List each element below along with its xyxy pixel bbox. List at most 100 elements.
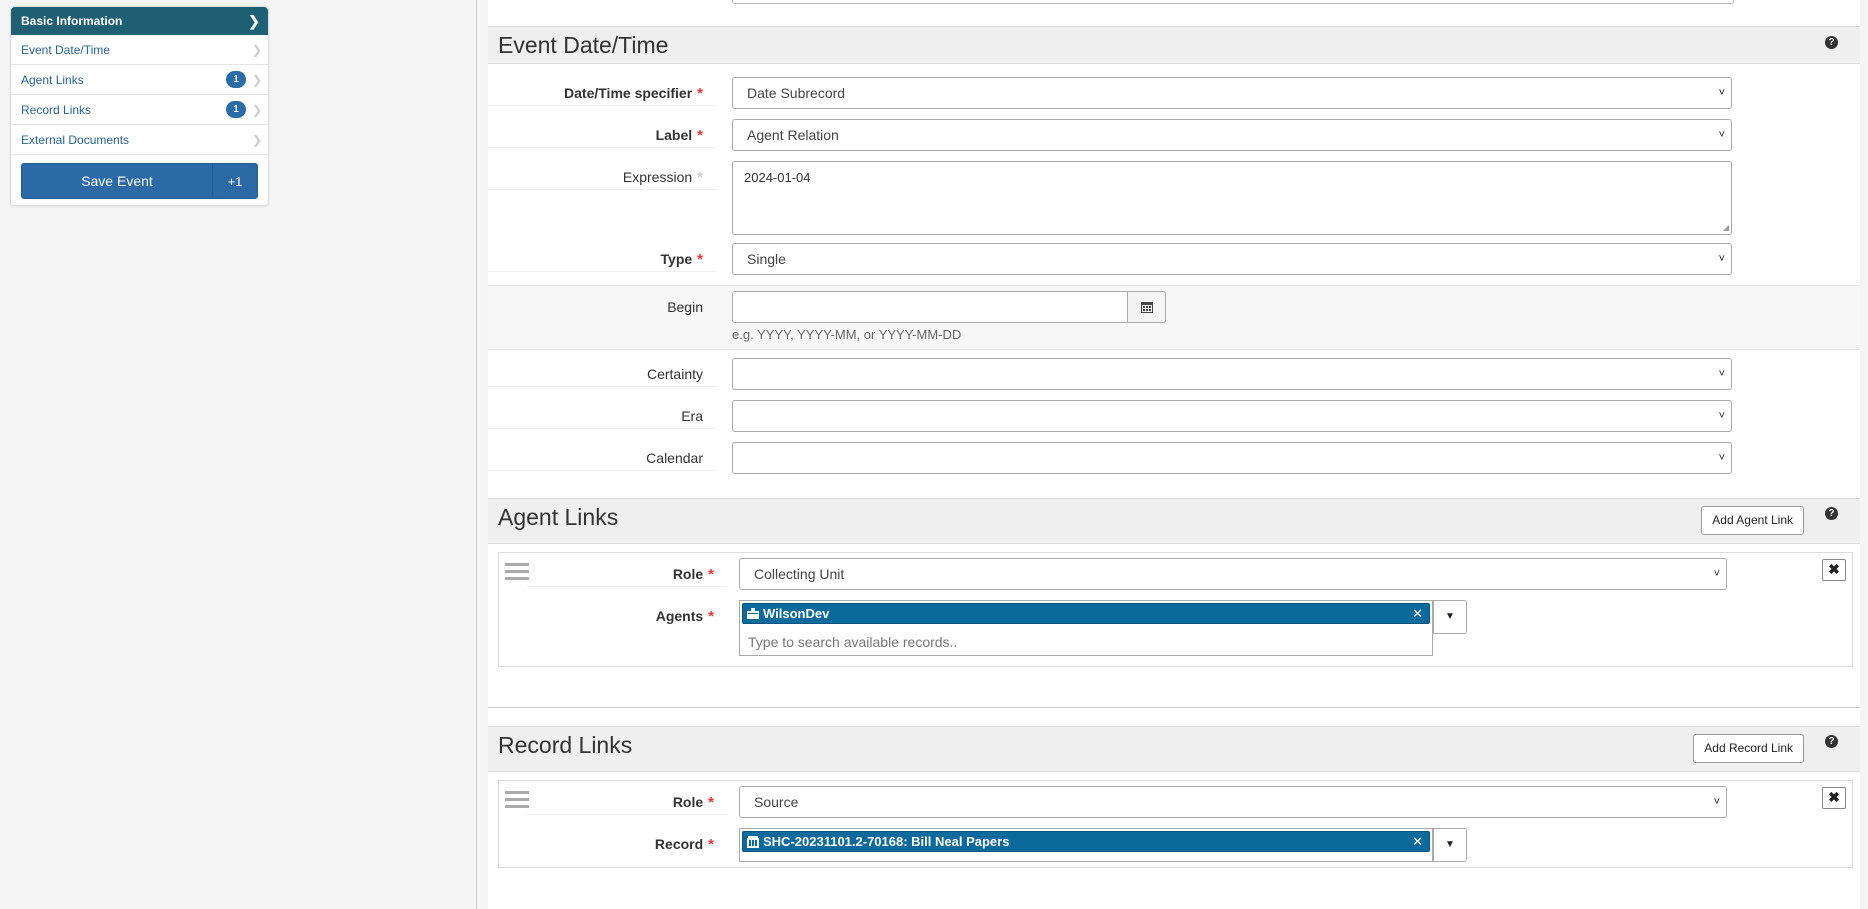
required-icon: * (708, 608, 714, 625)
resize-handle-icon[interactable]: ◢ (1723, 223, 1729, 232)
expression-textarea[interactable]: 2024-01-04 ◢ (732, 161, 1732, 235)
save-plus-one-button[interactable]: +1 (212, 164, 257, 198)
remove-token-icon[interactable]: ✕ (1412, 832, 1423, 852)
agent-role-select[interactable]: Collecting Unit ˅ (739, 558, 1727, 590)
save-event-button-group: Save Event +1 (21, 163, 258, 199)
calendar-label: Calendar (646, 450, 703, 466)
label-text: Expression (622, 169, 693, 185)
event-date-time-header: Event Date/Time ? (488, 26, 1860, 64)
expression-label: Expression * (488, 169, 703, 186)
date-specifier-select[interactable]: Date Subrecord ˅ (732, 77, 1732, 109)
label-underline (488, 271, 716, 272)
token-label: WilsonDev (763, 606, 830, 621)
required-icon: * (708, 836, 714, 853)
archival-record-icon (747, 836, 759, 848)
panel-divider (476, 0, 477, 909)
date-specifier-label: Date/Time specifier * (488, 85, 703, 102)
begin-label: Begin (667, 299, 703, 315)
add-record-link-button[interactable]: Add Record Link (1693, 734, 1804, 763)
section-title: Event Date/Time (498, 32, 669, 58)
chevron-down-icon: ˅ (1713, 568, 1720, 580)
remove-token-icon[interactable]: ✕ (1412, 604, 1423, 624)
label-underline (488, 470, 716, 471)
token-label: SHC-20231101.2-70168: Bill Neal Papers (763, 834, 1010, 849)
select-value: Source (754, 794, 799, 810)
chevron-down-icon: ˅ (1713, 796, 1720, 808)
era-select[interactable]: ˅ (732, 400, 1732, 432)
textarea-value: 2024-01-04 (744, 170, 811, 185)
calendar-select[interactable]: ˅ (732, 442, 1732, 474)
type-select[interactable]: Single ˅ (732, 243, 1732, 275)
agents-label: Agents * (499, 608, 714, 625)
previous-textarea[interactable] (732, 0, 1734, 4)
begin-row (488, 285, 1860, 350)
label-text: Agents (655, 608, 704, 624)
chevron-right-icon: ❯ (251, 132, 262, 147)
label-text: Date/Time specifier (564, 85, 693, 101)
label-underline (488, 428, 716, 429)
count-badge: 1 (226, 71, 246, 88)
section-divider (488, 707, 1860, 708)
agent-link-subform: ✖ Role * Collecting Unit ˅ Agents * Wilson… (498, 552, 1853, 667)
chevron-down-icon: ˅ (1718, 410, 1725, 422)
sidebar-item-external-documents[interactable]: External Documents ❯ (11, 125, 268, 155)
sidebar-item-label: Record Links (21, 102, 92, 117)
select-value: Single (747, 251, 786, 267)
save-event-button[interactable]: Save Event (22, 164, 212, 198)
required-icon: * (708, 566, 714, 583)
chevron-down-icon: ˅ (1718, 368, 1725, 380)
section-title: Agent Links (498, 504, 619, 530)
record-token[interactable]: SHC-20231101.2-70168: Bill Neal Papers ✕ (742, 831, 1430, 852)
chevron-down-icon: ˅ (1718, 129, 1725, 141)
label-text: Role (672, 566, 704, 582)
calendar-button[interactable] (1128, 291, 1166, 323)
agent-links-header: Agent Links Add Agent Link ? (488, 498, 1860, 544)
add-agent-link-button[interactable]: Add Agent Link (1701, 506, 1804, 535)
certainty-label: Certainty (646, 366, 703, 382)
count-badge: 1 (226, 101, 246, 118)
chevron-down-icon: ˅ (1718, 253, 1725, 265)
required-icon: * (708, 794, 714, 811)
label-underline (488, 105, 716, 106)
main-form: Event Date/Time ? Date/Time specifier * D… (488, 0, 1860, 909)
date-label-select[interactable]: Agent Relation ˅ (732, 119, 1732, 151)
chevron-right-icon: ❯ (251, 102, 262, 117)
chevron-down-icon: ˅ (1718, 452, 1725, 464)
era-label: Era (681, 408, 703, 424)
select-value: Date Subrecord (747, 85, 846, 101)
remove-record-link-button[interactable]: ✖ (1822, 787, 1846, 809)
agent-search-input[interactable]: Type to search available records.. (748, 634, 957, 650)
label-text: Label (655, 127, 693, 143)
agent-token[interactable]: WilsonDev ✕ (742, 603, 1430, 624)
select-value: Agent Relation (747, 127, 839, 143)
record-role-label: Role * (499, 794, 714, 811)
record-role-select[interactable]: Source ˅ (739, 786, 1727, 818)
label-underline (527, 586, 727, 587)
chevron-right-icon: ❯ (248, 13, 260, 29)
required-icon: * (697, 251, 703, 268)
help-icon[interactable]: ? (1825, 735, 1838, 748)
label-text: Type (660, 251, 693, 267)
sidebar-item-record-links[interactable]: Record Links 1 ❯ (11, 95, 268, 125)
certainty-select[interactable]: ˅ (732, 358, 1732, 390)
record-dropdown-button[interactable]: ▼ (1433, 828, 1467, 862)
remove-agent-link-button[interactable]: ✖ (1822, 559, 1846, 581)
begin-date-hint: e.g. YYYY, YYYY-MM, or YYYY-MM-DD (732, 327, 962, 342)
chevron-right-icon: ❯ (251, 42, 262, 57)
sidebar-item-basic-information[interactable]: Basic Information ❯ (11, 7, 268, 35)
begin-date-input[interactable] (732, 291, 1128, 323)
record-linker-box[interactable]: SHC-20231101.2-70168: Bill Neal Papers ✕ (739, 828, 1433, 862)
sidebar-item-event-date-time[interactable]: Event Date/Time ❯ (11, 35, 268, 65)
sidebar-item-label: Event Date/Time (21, 42, 110, 57)
agent-corporate-icon (747, 608, 759, 619)
section-title: Record Links (498, 732, 633, 758)
help-icon[interactable]: ? (1825, 36, 1838, 49)
agents-linker-box[interactable]: WilsonDev ✕ Type to search available rec… (739, 600, 1433, 656)
label-underline (488, 147, 716, 148)
label-underline (527, 814, 727, 815)
help-icon[interactable]: ? (1825, 507, 1838, 520)
agent-dropdown-button[interactable]: ▼ (1433, 600, 1467, 634)
select-value: Collecting Unit (754, 566, 845, 582)
optional-marker-icon: * (697, 169, 703, 186)
sidebar-item-agent-links[interactable]: Agent Links 1 ❯ (11, 65, 268, 95)
